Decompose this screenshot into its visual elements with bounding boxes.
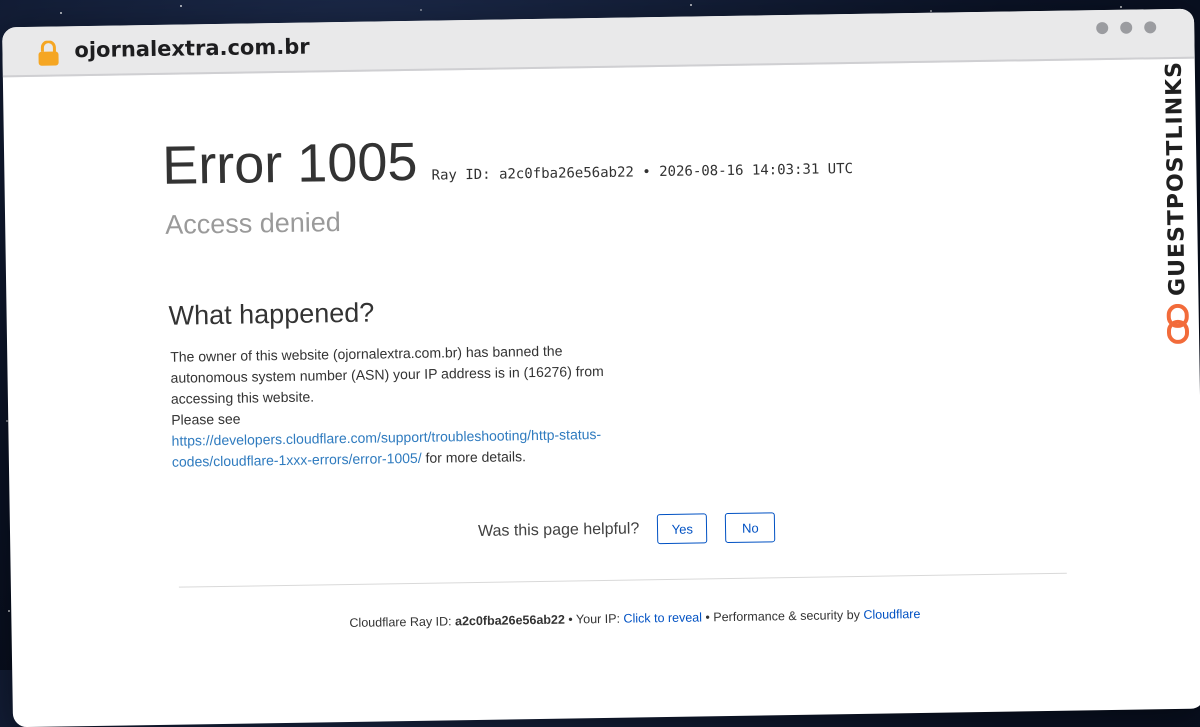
footer-ray-label: Cloudflare Ray ID:	[349, 614, 452, 630]
guestpostlinks-watermark: GUESTPOSTLINKS	[1151, 61, 1200, 372]
ray-id: Ray ID: a2c0fba26e56ab22	[431, 164, 634, 184]
watermark-text: GUESTPOSTLINKS	[1161, 60, 1190, 297]
error-page: Error 1005 Ray ID: a2c0fba26e56ab22 • 20…	[3, 59, 1200, 727]
ray-separator: •	[642, 164, 651, 181]
footer-perf-text: Performance & security by	[713, 607, 861, 625]
what-happened-text: The owner of this website (ojornalextra.…	[170, 340, 612, 473]
footer-ip-label: Your IP:	[575, 611, 621, 627]
feedback-section: Was this page helpful? Yes No	[478, 512, 794, 547]
footer-bullet: •	[705, 610, 710, 625]
url-text[interactable]: ojornalextra.com.br	[74, 35, 310, 63]
error-subtitle: Access denied	[164, 207, 342, 240]
no-button[interactable]: No	[725, 512, 776, 544]
lock-icon	[36, 40, 60, 71]
more-details-text: for more details.	[425, 448, 527, 466]
window-menu-dots[interactable]	[1096, 21, 1157, 35]
error-timestamp: 2026-08-16 14:03:31 UTC	[659, 161, 854, 181]
yes-button[interactable]: Yes	[657, 513, 708, 545]
error-header: Error 1005 Ray ID: a2c0fba26e56ab22 • 20…	[162, 124, 854, 197]
documentation-link[interactable]: https://developers.cloudflare.com/suppor…	[171, 426, 601, 470]
footer-bullet: •	[568, 612, 573, 627]
footer-ray-id: a2c0fba26e56ab22	[454, 612, 565, 629]
reveal-ip-link[interactable]: Click to reveal	[623, 610, 702, 625]
chain-link-icon	[1165, 303, 1192, 349]
cloudflare-link[interactable]: Cloudflare	[863, 607, 920, 622]
dot-icon	[1144, 21, 1157, 34]
error-title: Error 1005	[161, 131, 418, 196]
ray-info: Ray ID: a2c0fba26e56ab22 • 2026-08-16 14…	[431, 161, 853, 184]
dot-icon	[1120, 21, 1133, 34]
explanation-paragraph: The owner of this website (ojornalextra.…	[170, 342, 604, 407]
browser-window: ojornalextra.com.br Error 1005 Ray ID: a…	[2, 8, 1200, 727]
feedback-question: Was this page helpful?	[477, 520, 640, 540]
what-happened-heading: What happened?	[168, 297, 375, 331]
footer: Cloudflare Ray ID: a2c0fba26e56ab22 • Yo…	[349, 607, 920, 630]
footer-divider	[178, 572, 1067, 588]
dot-icon	[1096, 21, 1109, 35]
